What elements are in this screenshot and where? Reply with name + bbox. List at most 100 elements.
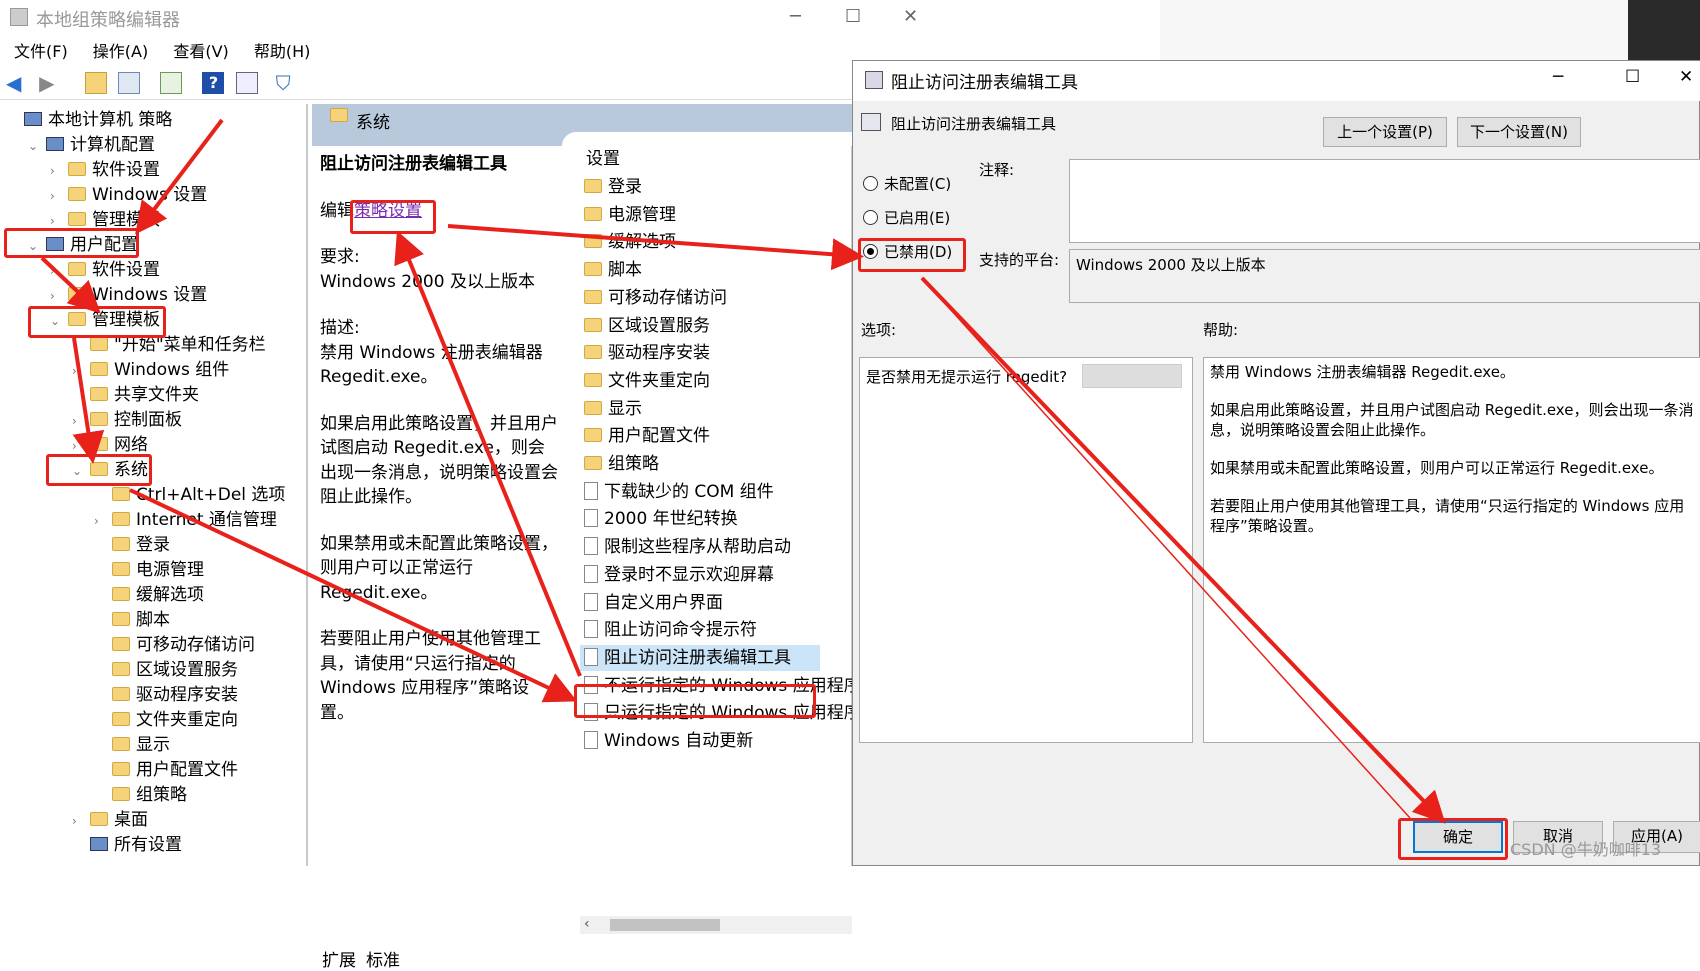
next-setting-button[interactable]: 下一个设置(N) <box>1457 117 1581 147</box>
description-text-3: 如果禁用或未配置此策略设置，则用户可以正常运行 Regedit.exe。 <box>320 533 558 603</box>
tree-item[interactable]: › Windows 设置 <box>50 183 207 207</box>
folder-icon <box>112 612 130 626</box>
list-folder-item[interactable]: 显示 <box>580 396 642 422</box>
tree-item[interactable]: 本地计算机 策略 <box>6 108 172 132</box>
tree-item[interactable]: › Internet 通信管理 <box>94 508 277 532</box>
list-policy-item[interactable]: 自定义用户界面 <box>580 590 723 616</box>
folder-icon <box>584 206 602 221</box>
menu-help[interactable]: 帮助(H) <box>254 42 311 61</box>
tree-item-label: 文件夹重定向 <box>136 710 238 730</box>
list-folder-item[interactable]: 缓解选项 <box>580 229 676 255</box>
back-arrow-icon[interactable]: ◀ <box>6 72 28 94</box>
scroll-thumb[interactable] <box>610 919 720 931</box>
tree-item[interactable]: 共享文件夹 <box>72 383 199 407</box>
dialog-maximize-button[interactable]: ☐ <box>1625 67 1640 87</box>
list-folder-item[interactable]: 驱动程序安装 <box>580 340 710 366</box>
export-list-icon[interactable] <box>160 72 183 94</box>
filter-icon[interactable]: ⛉ <box>276 72 298 94</box>
minimize-button[interactable]: ─ <box>790 6 801 27</box>
tree-item[interactable]: 组策略 <box>94 783 187 807</box>
expand-chevron-icon[interactable]: › <box>50 259 64 283</box>
folder-icon <box>90 412 108 426</box>
list-policy-item[interactable]: 阻止访问注册表编辑工具 <box>580 644 820 671</box>
list-policy-item[interactable]: 下载缺少的 COM 组件 <box>580 479 774 505</box>
maximize-button[interactable]: ☐ <box>845 6 861 27</box>
list-policy-item[interactable]: 限制这些程序从帮助启动 <box>580 534 791 560</box>
previous-setting-button[interactable]: 上一个设置(P) <box>1323 117 1447 147</box>
horizontal-scrollbar[interactable]: ‹ <box>580 916 852 934</box>
view-tabs: 扩展 标准 <box>312 942 852 971</box>
tab-standard[interactable]: 标准 <box>366 946 400 971</box>
list-folder-item[interactable]: 登录 <box>580 174 642 200</box>
tree-item[interactable]: 区域设置服务 <box>94 658 238 682</box>
folder-icon <box>584 456 602 470</box>
tree-item[interactable]: 可移动存储访问 <box>94 633 255 657</box>
menu-bar: 文件(F) 操作(A) 查看(V) 帮助(H) <box>0 38 940 66</box>
expand-chevron-icon[interactable]: › <box>72 409 86 433</box>
help-icon[interactable]: ? <box>202 72 225 94</box>
list-policy-item[interactable]: 登录时不显示欢迎屏幕 <box>580 562 774 588</box>
menu-action[interactable]: 操作(A) <box>93 42 148 61</box>
close-button[interactable]: ✕ <box>903 6 918 27</box>
radio-circle[interactable] <box>863 176 878 191</box>
radio-not-configured[interactable]: 未配置(C) <box>863 173 951 194</box>
list-folder-item[interactable]: 用户配置文件 <box>580 423 710 449</box>
tree-item[interactable]: 所有设置 <box>72 833 182 857</box>
expand-chevron-icon[interactable]: › <box>50 284 64 308</box>
collapse-chevron-icon[interactable]: ⌄ <box>28 134 42 158</box>
tree-item[interactable]: 驱动程序安装 <box>94 683 238 707</box>
list-folder-item[interactable]: 组策略 <box>580 451 659 477</box>
expand-chevron-icon[interactable]: › <box>94 509 108 533</box>
tree-item[interactable]: 电源管理 <box>94 558 204 582</box>
list-folder-item[interactable]: 文件夹重定向 <box>580 368 710 394</box>
tab-extended[interactable]: 扩展 <box>322 946 356 971</box>
tree-item[interactable]: › 桌面 <box>72 808 148 832</box>
dialog-minimize-button[interactable]: ─ <box>1553 67 1563 87</box>
option-dropdown[interactable] <box>1082 364 1182 388</box>
policy-title: 阻止访问注册表编辑工具 <box>320 154 507 174</box>
menu-view[interactable]: 查看(V) <box>173 42 228 61</box>
tree-item[interactable]: ⌄ 计算机配置 <box>28 133 155 157</box>
forward-arrow-icon[interactable]: ▶ <box>39 72 61 94</box>
up-folder-icon[interactable] <box>85 72 108 94</box>
list-folder-item[interactable]: 脚本 <box>580 257 642 283</box>
menu-file[interactable]: 文件(F) <box>14 42 68 61</box>
help-label: 帮助: <box>1203 321 1239 339</box>
tree-item[interactable]: 缓解选项 <box>94 583 204 607</box>
list-folder-item[interactable]: 区域设置服务 <box>580 313 710 339</box>
expand-chevron-icon[interactable]: › <box>50 184 64 208</box>
expand-chevron-icon[interactable]: › <box>72 359 86 383</box>
list-folder-item[interactable]: 可移动存储访问 <box>580 285 727 311</box>
comment-textarea[interactable] <box>1069 159 1700 243</box>
expand-chevron-icon[interactable]: › <box>50 159 64 183</box>
radio-circle[interactable] <box>863 210 878 225</box>
tree-item[interactable]: › 软件设置 <box>50 158 160 182</box>
tree-item[interactable]: › Windows 设置 <box>50 283 207 307</box>
tree-item[interactable]: › 控制面板 <box>72 408 182 432</box>
annotation-box-system <box>46 454 152 486</box>
properties-icon[interactable] <box>235 72 258 94</box>
expand-chevron-icon[interactable]: › <box>72 809 86 833</box>
tree-item[interactable]: › 软件设置 <box>50 258 160 282</box>
folder-icon <box>112 537 130 551</box>
show-tree-icon[interactable] <box>118 72 141 94</box>
tree-item[interactable]: 登录 <box>94 533 170 557</box>
list-item-label: 下载缺少的 COM 组件 <box>604 481 774 502</box>
list-policy-item[interactable]: 2000 年世纪转换 <box>580 506 738 532</box>
tree-item[interactable]: 显示 <box>94 733 170 757</box>
policy-description: 阻止访问注册表编辑工具 编辑策略设置 要求: Windows 2000 及以上版… <box>320 152 560 725</box>
tree-item[interactable]: Ctrl+Alt+Del 选项 <box>94 483 285 507</box>
folder-icon <box>584 289 602 304</box>
tree-item[interactable]: 脚本 <box>94 608 170 632</box>
list-folder-item[interactable]: 电源管理 <box>580 202 676 228</box>
list-policy-item[interactable]: 阻止访问命令提示符 <box>580 617 757 643</box>
tree-item[interactable]: › Windows 组件 <box>72 358 229 382</box>
tree-item[interactable]: 文件夹重定向 <box>94 708 238 732</box>
settings-list: 设置 登录 电源管理 缓解选项 脚本 可移动存储访问 区域设置服务 驱动程序安装 文件夹重定向显… <box>580 146 861 826</box>
scroll-left-arrow-icon[interactable]: ‹ <box>584 916 590 932</box>
folder-icon <box>68 187 86 201</box>
dialog-close-button[interactable]: ✕ <box>1679 67 1693 87</box>
tree-item[interactable]: 用户配置文件 <box>94 758 238 782</box>
list-policy-item[interactable]: Windows 自动更新 <box>580 728 753 754</box>
radio-enabled[interactable]: 已启用(E) <box>863 207 950 228</box>
